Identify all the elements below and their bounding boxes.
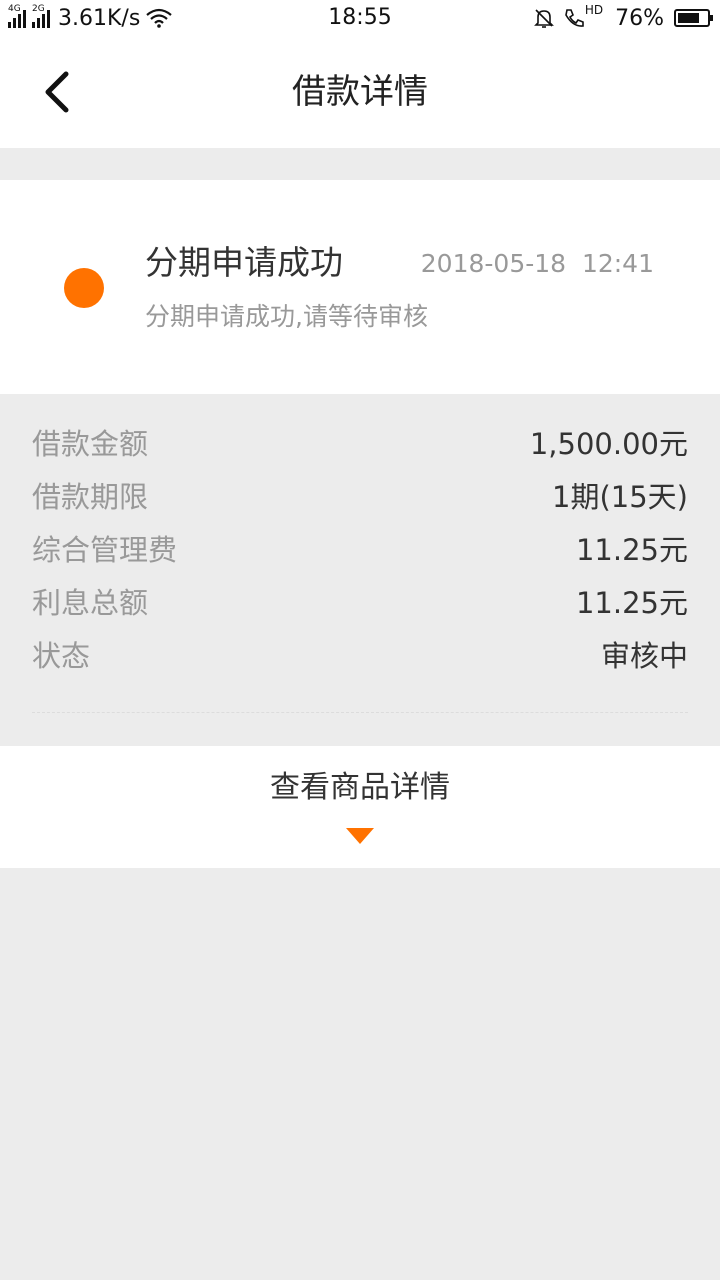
detail-value: 1期(15天) — [552, 480, 688, 514]
status-title: 分期申请成功 — [145, 243, 343, 282]
nav-bar: 借款详情 — [0, 36, 720, 148]
detail-row-interest: 利息总额 11.25元 — [32, 579, 688, 632]
triangle-down-icon — [346, 828, 374, 844]
view-product-details-button[interactable]: 查看商品详情 — [0, 746, 720, 868]
loan-details-list: 借款金额 1,500.00元 借款期限 1期(15天) 综合管理费 11.25元… — [32, 420, 688, 685]
status-dot — [64, 268, 104, 308]
detail-value: 审核中 — [600, 639, 688, 673]
status-bar: 4G 2G 3.61K/s 18:55 HD 76% — [0, 0, 720, 36]
hd-tag: HD — [584, 3, 604, 17]
detail-label: 借款期限 — [32, 480, 149, 514]
battery-fill — [678, 13, 699, 23]
view-product-details-label: 查看商品详情 — [270, 770, 450, 805]
status-time: 2018-05-18 12:41 — [420, 249, 654, 278]
detail-value: 1,500.00元 — [529, 427, 688, 461]
loan-status-card: 分期申请成功 2018-05-18 12:41 分期申请成功,请等待审核 — [0, 180, 720, 394]
battery-percent: 76% — [615, 5, 664, 31]
status-bar-right: HD 76% — [533, 3, 713, 32]
battery-icon — [674, 9, 713, 27]
detail-row-management-fee: 综合管理费 11.25元 — [32, 526, 688, 579]
detail-value: 11.25元 — [575, 533, 688, 567]
phone-hd-icon — [564, 9, 584, 27]
detail-row-amount: 借款金额 1,500.00元 — [32, 420, 688, 473]
detail-value: 11.25元 — [575, 586, 688, 620]
detail-row-term: 借款期限 1期(15天) — [32, 473, 688, 526]
detail-label: 利息总额 — [32, 586, 149, 620]
status-subtitle: 分期申请成功,请等待审核 — [145, 302, 428, 331]
detail-label: 借款金额 — [32, 427, 149, 461]
page-title: 借款详情 — [292, 72, 428, 112]
detail-label: 综合管理费 — [32, 533, 178, 567]
detail-label: 状态 — [32, 639, 91, 673]
bell-muted-icon — [533, 9, 554, 28]
detail-row-status: 状态 审核中 — [32, 632, 688, 685]
divider — [32, 712, 688, 713]
